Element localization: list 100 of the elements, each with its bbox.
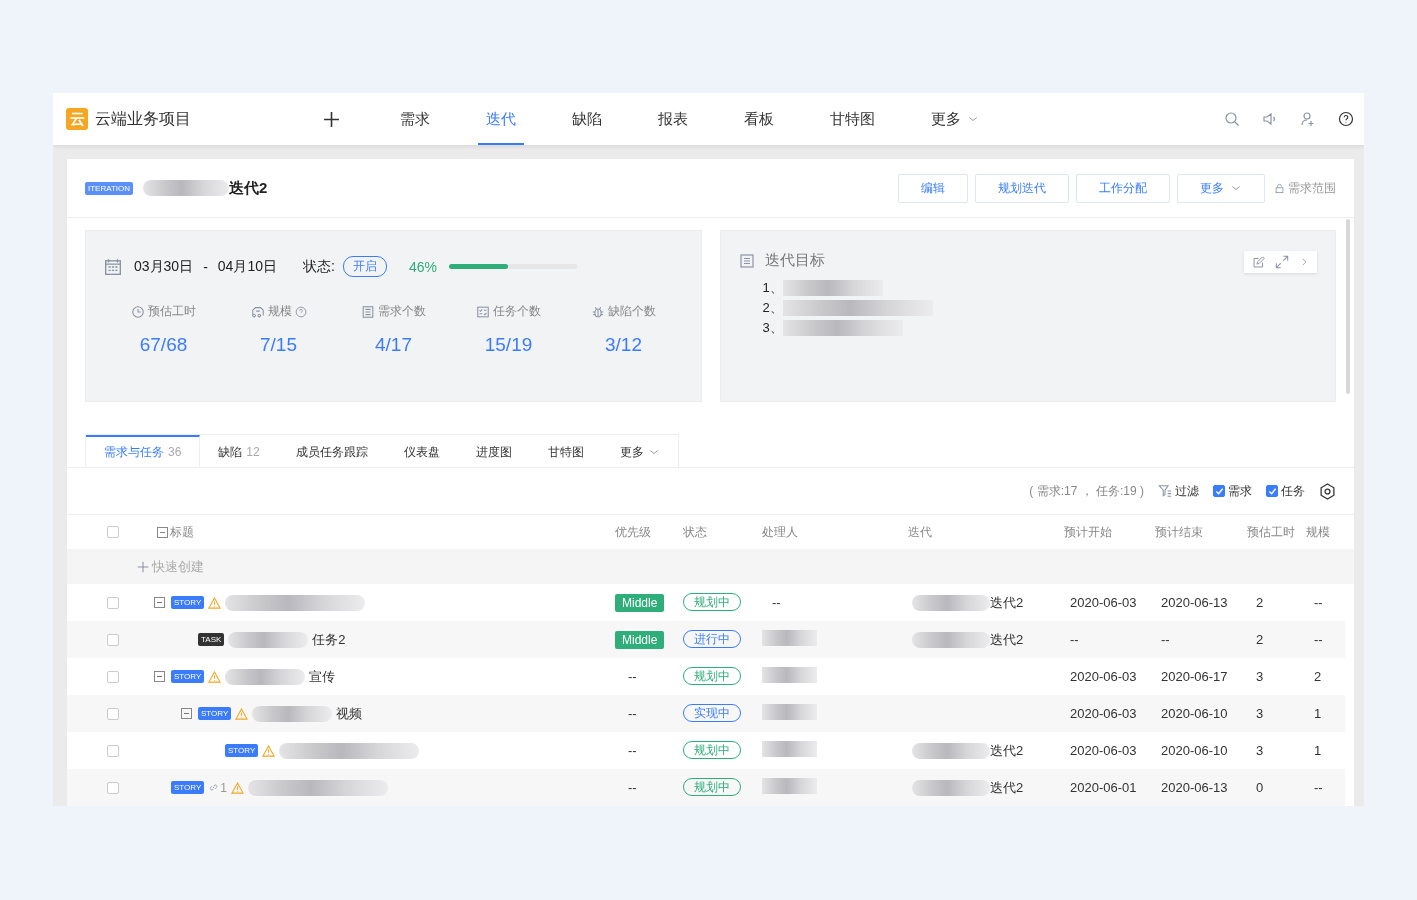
hours-value: 2 — [1255, 595, 1264, 610]
checkbox[interactable] — [1266, 485, 1278, 497]
start-date: 03月30日 — [134, 257, 194, 276]
nav-tab[interactable]: 需求 — [392, 93, 438, 145]
type-badge: STORY — [225, 744, 259, 757]
plus-icon — [323, 110, 340, 128]
toolbar-button[interactable]: 更多 — [1177, 173, 1265, 203]
type-badge: STORY — [171, 596, 205, 609]
collapse-icon[interactable] — [153, 597, 165, 608]
expand-icon — [1275, 255, 1289, 269]
checkbox[interactable] — [107, 707, 119, 720]
toolbar-button[interactable]: 编辑 — [898, 173, 968, 203]
end-date: 2020-06-13 — [1160, 780, 1228, 795]
row-title: 任务2 — [312, 630, 346, 649]
collapse-all-icon[interactable] — [157, 526, 168, 538]
collapse-icon[interactable] — [180, 708, 192, 719]
tab[interactable]: 需求与任务 36 — [86, 435, 201, 467]
stat-label: 任务个数 — [493, 303, 541, 320]
toolbar-button[interactable]: 规划迭代 — [975, 173, 1069, 203]
start-date: 2020-06-03 — [1069, 595, 1137, 610]
goal-number: 3、 — [762, 319, 783, 337]
iteration-name: 迭代2 — [990, 630, 1024, 649]
checkbox[interactable] — [107, 670, 119, 683]
document-icon — [738, 252, 755, 269]
bug-icon — [591, 304, 605, 319]
count-summary: ( 需求:17 ， 任务:19 ) — [1029, 482, 1144, 500]
scale-value: 1 — [1313, 706, 1322, 721]
column-header: 规模 — [1306, 524, 1330, 539]
iteration-title: 迭代2 — [229, 178, 268, 198]
hours-value: 3 — [1255, 669, 1264, 684]
checkbox[interactable] — [107, 526, 119, 538]
toolbar-button[interactable]: 工作分配 — [1076, 173, 1170, 203]
link-icon — [208, 782, 220, 793]
column-header: 预计开始 — [1064, 524, 1112, 539]
settings-icon — [1319, 482, 1336, 500]
nav-tab[interactable]: 看板 — [736, 93, 782, 145]
checkbox-label: 需求 — [1228, 482, 1252, 500]
start-date: 2020-06-01 — [1069, 780, 1137, 795]
priority-text: -- — [627, 780, 637, 795]
checklist-icon — [476, 304, 490, 319]
stat-label: 规模 — [267, 303, 292, 320]
end-date: 2020-06-10 — [1160, 706, 1228, 721]
column-header: 预计结束 — [1155, 524, 1203, 539]
chevron-right-icon — [1299, 257, 1309, 267]
checkbox[interactable] — [107, 633, 119, 646]
type-badge: STORY — [198, 707, 232, 720]
search-icon — [1224, 111, 1240, 127]
scale-value: -- — [1313, 780, 1323, 795]
stat-value: 67/68 — [139, 334, 188, 356]
nav-tab[interactable]: 更多 — [923, 93, 987, 145]
priority-tag: Middle — [615, 631, 665, 649]
checkbox[interactable] — [107, 781, 119, 794]
iteration-badge: ITERATION — [85, 181, 134, 195]
help-icon — [1338, 111, 1354, 127]
column-header: 状态 — [683, 524, 707, 539]
project-name: 云端业务项目 — [95, 108, 192, 129]
priority-tag: Middle — [615, 594, 665, 612]
type-badge: STORY — [171, 781, 205, 794]
stat-value: 4/17 — [375, 334, 412, 356]
status-tag: 开启 — [342, 256, 387, 277]
goal-number: 2、 — [762, 299, 783, 317]
nav-tab[interactable]: 报表 — [650, 93, 696, 145]
priority-text: -- — [627, 669, 637, 684]
plus-icon — [136, 559, 150, 574]
calendar-icon — [104, 257, 122, 276]
collapse-icon[interactable] — [153, 671, 165, 682]
iteration-name: 迭代2 — [990, 778, 1024, 797]
column-header: 处理人 — [762, 524, 798, 539]
start-date: 2020-06-03 — [1069, 669, 1137, 684]
filter-button[interactable]: 过滤 — [1175, 482, 1199, 500]
priority-text: -- — [627, 706, 637, 721]
start-date: 2020-06-03 — [1069, 743, 1137, 758]
column-header: 标题 — [170, 523, 194, 541]
scale-value: 1 — [1313, 743, 1322, 758]
date-separator: - — [203, 258, 208, 275]
row-title: 视频 — [336, 704, 363, 723]
scale-value: -- — [1313, 632, 1323, 647]
nav-tab[interactable]: 甘特图 — [822, 93, 883, 145]
scale-value: 2 — [1313, 669, 1322, 684]
start-date: 2020-06-03 — [1069, 706, 1137, 721]
row-title: 宣传 — [309, 667, 336, 686]
type-badge: STORY — [171, 670, 205, 683]
scrollbar[interactable] — [1346, 219, 1350, 394]
checkbox-label: 任务 — [1281, 482, 1305, 500]
filter-icon — [1158, 484, 1172, 498]
hours-value: 2 — [1255, 632, 1264, 647]
nav-tab[interactable]: 迭代 — [478, 93, 524, 145]
priority-text: -- — [627, 743, 637, 758]
iteration-name: 迭代2 — [990, 741, 1024, 760]
end-date: 04月10日 — [217, 257, 277, 276]
checkbox[interactable] — [107, 744, 119, 757]
goals-title: 迭代目标 — [764, 251, 825, 270]
stat-label: 需求个数 — [378, 303, 426, 320]
scale-value: -- — [1313, 595, 1323, 610]
speaker-icon — [1262, 111, 1278, 127]
progress-text: 46% — [408, 258, 437, 275]
nav-tab[interactable]: 缺陷 — [564, 93, 610, 145]
checkbox[interactable] — [1213, 485, 1225, 497]
column-header: 优先级 — [615, 524, 651, 539]
checkbox[interactable] — [107, 596, 119, 609]
